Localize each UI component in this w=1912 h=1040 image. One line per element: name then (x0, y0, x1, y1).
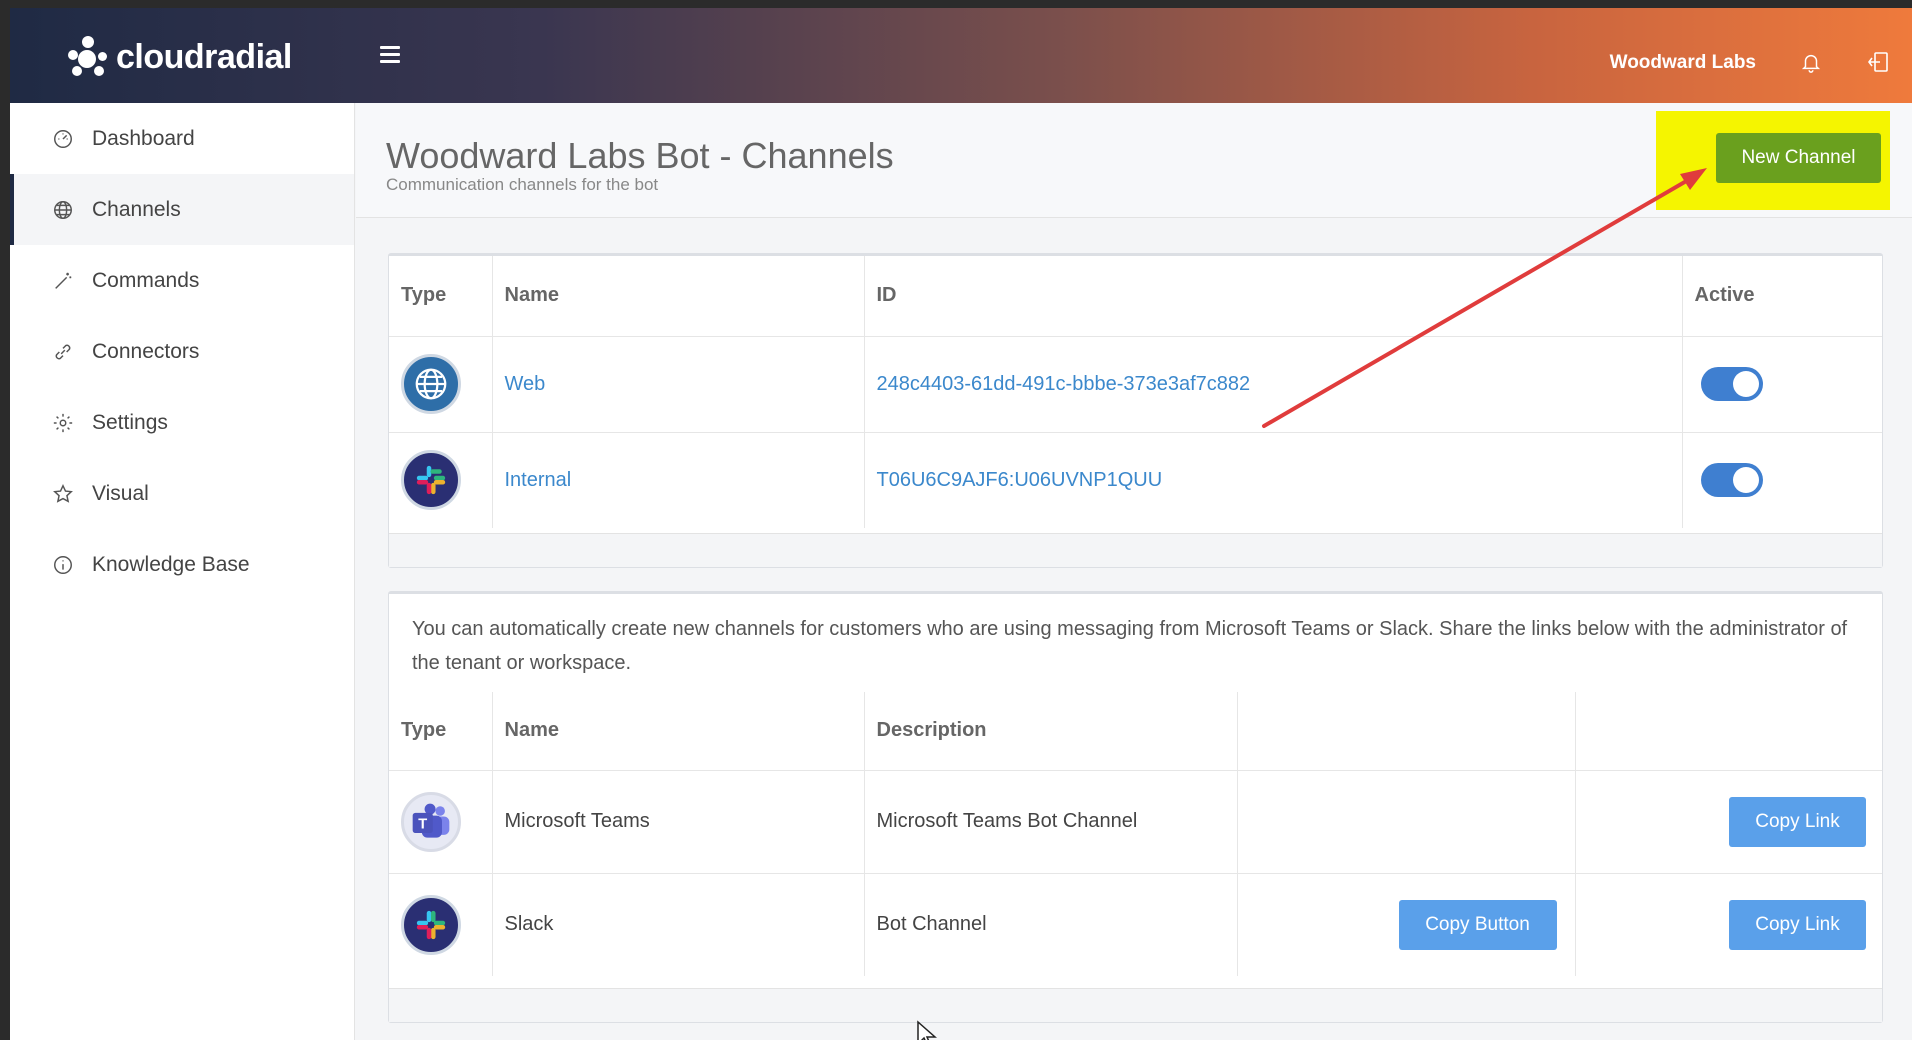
column-header-type: Type (389, 256, 493, 336)
sidebar-item-connectors[interactable]: Connectors (10, 316, 354, 387)
table-row: Internal T06U6C9AJF6:U06UVNP1QUU (389, 431, 1882, 528)
magic-wand-icon (50, 268, 76, 294)
svg-text:T: T (418, 816, 427, 832)
channel-name-link[interactable]: Web (505, 373, 546, 395)
sidebar: Dashboard Channels Commands Connectors S… (10, 103, 355, 1040)
teams-icon: T (401, 791, 461, 852)
sidebar-item-commands[interactable]: Commands (10, 245, 354, 316)
column-header-description: Description (864, 692, 1238, 770)
channel-description: Microsoft Teams Bot Channel (876, 810, 1138, 832)
description-cell: Microsoft Teams Bot Channel (864, 769, 1238, 873)
annotation-highlight: New Channel (1656, 111, 1890, 210)
column-header-active: Active (1694, 284, 1755, 307)
auto-channels-info: You can automatically create new channel… (412, 618, 1848, 674)
channel-id-link[interactable]: T06U6C9AJF6:U06UVNP1QUU (877, 469, 1163, 491)
sidebar-item-settings[interactable]: Settings (10, 387, 354, 458)
info-icon (50, 552, 76, 578)
new-channel-button[interactable]: New Channel (1716, 133, 1881, 183)
copy-button-button[interactable]: Copy Button (1398, 899, 1557, 950)
type-cell (389, 431, 493, 528)
name-cell: Microsoft Teams (492, 769, 865, 873)
menu-toggle-icon[interactable] (380, 46, 400, 64)
column-header-name: Name (492, 692, 865, 770)
column-header-id: ID (864, 256, 1683, 336)
mouse-cursor-icon (917, 1020, 937, 1040)
page-title: Woodward Labs Bot - Channels (386, 135, 894, 176)
button-cell (1237, 769, 1576, 873)
id-cell: 248c4403-61dd-491c-bbbe-373e3af7c882 (864, 335, 1683, 432)
card-footer (389, 988, 1882, 1022)
top-bar: cloudradial Woodward Labs (10, 8, 1912, 103)
web-globe-icon (401, 354, 461, 414)
slack-icon (401, 450, 461, 511)
page-header: Woodward Labs Bot - Channels Communicati… (356, 103, 1912, 218)
channel-description: Bot Channel (876, 913, 987, 936)
bell-icon[interactable] (1800, 50, 1822, 74)
organization-name[interactable]: Woodward Labs (1610, 52, 1756, 74)
name-cell: Web (492, 335, 865, 432)
column-header-link (1575, 692, 1882, 770)
table-header-row: Type Name ID Active (389, 256, 1882, 336)
table-row: T Microsoft Teams Microsoft Teams Bot Ch… (389, 769, 1882, 873)
name-cell: Slack (492, 872, 865, 976)
sidebar-item-label: Connectors (92, 339, 200, 363)
channel-name-link[interactable]: Internal (505, 469, 572, 491)
table-header-row: Type Name Description (389, 692, 1882, 770)
channel-type-name: Slack (504, 913, 554, 936)
copy-link-button[interactable]: Copy Link (1729, 899, 1866, 950)
link-cell: Copy Link (1575, 872, 1882, 976)
active-cell (1682, 431, 1882, 528)
sidebar-item-label: Dashboard (92, 126, 195, 150)
auto-channels-card: You can automatically create new channel… (388, 591, 1883, 1023)
button-cell: Copy Button (1237, 872, 1576, 976)
star-icon (50, 481, 76, 507)
sidebar-item-label: Knowledge Base (92, 552, 250, 576)
sidebar-item-label: Visual (92, 481, 149, 505)
link-cell: Copy Link (1575, 769, 1882, 873)
channels-table: Type Name ID Active Web 248c4403-61dd-49… (389, 256, 1882, 528)
type-cell (389, 335, 493, 432)
dashboard-icon (50, 126, 76, 152)
sidebar-item-knowledge-base[interactable]: Knowledge Base (10, 529, 354, 600)
logo-mark-icon (68, 36, 110, 78)
channel-id-link[interactable]: 248c4403-61dd-491c-bbbe-373e3af7c882 (877, 373, 1251, 395)
cloudradial-logo[interactable]: cloudradial (68, 36, 292, 78)
column-header-type: Type (389, 692, 493, 770)
column-header-button (1237, 692, 1576, 770)
type-cell: T (389, 769, 493, 873)
channels-card: Type Name ID Active Web 248c4403-61dd-49… (388, 253, 1883, 568)
table-row: Slack Bot Channel Copy Button Copy Link (389, 872, 1882, 976)
active-toggle[interactable] (1700, 367, 1763, 401)
card-footer (389, 533, 1882, 567)
id-cell: T06U6C9AJF6:U06UVNP1QUU (864, 431, 1683, 528)
sidebar-item-label: Commands (92, 268, 200, 292)
sidebar-item-label: Settings (92, 410, 168, 434)
type-cell (389, 872, 493, 976)
sign-out-icon[interactable] (1866, 50, 1890, 74)
description-cell: Bot Channel (864, 872, 1238, 976)
gear-icon (50, 410, 76, 436)
channel-type-name: Microsoft Teams (504, 810, 650, 832)
sidebar-item-channels[interactable]: Channels (10, 174, 354, 245)
sidebar-item-visual[interactable]: Visual (10, 458, 354, 529)
app-window: cloudradial Woodward Labs Dashboard Chan… (10, 8, 1912, 1040)
logo-text: cloudradial (116, 37, 292, 76)
copy-link-button[interactable]: Copy Link (1729, 796, 1866, 847)
active-cell (1682, 335, 1882, 432)
name-cell: Internal (492, 431, 865, 528)
auto-channels-table: Type Name Description T Microsoft Teams … (389, 692, 1882, 976)
active-toggle[interactable] (1700, 463, 1763, 498)
slack-icon (401, 894, 461, 955)
column-header-name: Name (492, 256, 865, 336)
sidebar-item-label: Channels (92, 197, 181, 221)
link-icon (50, 339, 76, 365)
globe-icon (50, 197, 76, 223)
table-row: Web 248c4403-61dd-491c-bbbe-373e3af7c882 (389, 335, 1882, 432)
page-subtitle: Communication channels for the bot (386, 175, 659, 194)
sidebar-item-dashboard[interactable]: Dashboard (10, 103, 354, 174)
